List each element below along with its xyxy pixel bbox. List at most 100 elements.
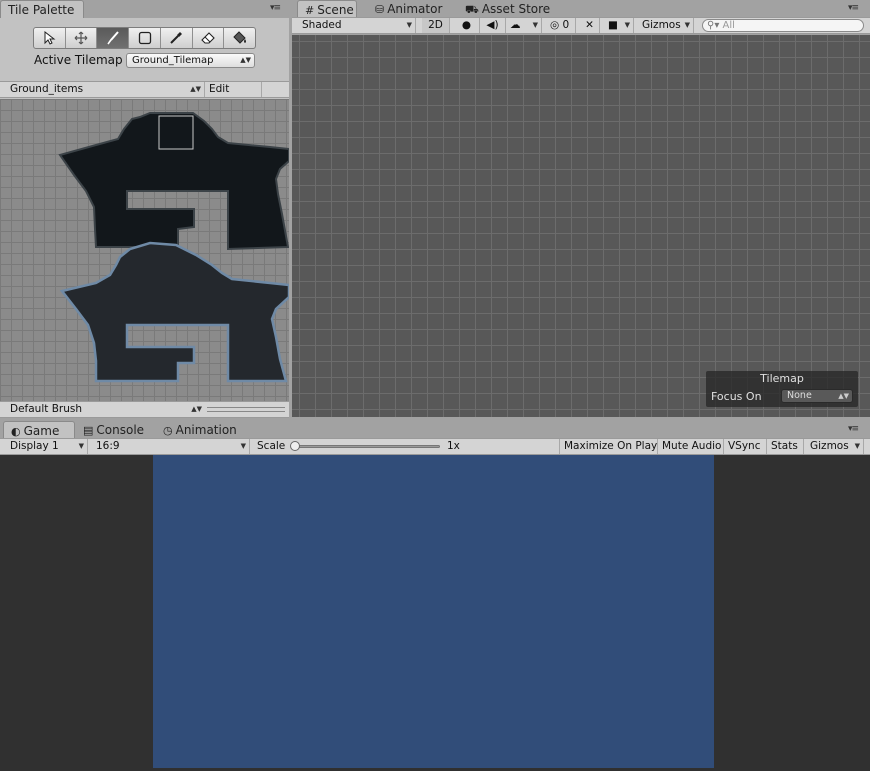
lightbulb-icon: ● (461, 19, 472, 31)
shading-mode-dropdown[interactable]: Shaded ▼ (298, 18, 416, 33)
tab-console[interactable]: ▤ Console (76, 421, 151, 439)
game-viewport[interactable] (0, 455, 870, 771)
tab-tile-palette-label: Tile Palette (8, 3, 75, 17)
aspect-value: 16:9 (96, 440, 120, 452)
eraser-icon (201, 32, 215, 44)
chevron-down-icon: ▼ (854, 442, 860, 450)
search-placeholder: All (722, 20, 735, 31)
tab-animator[interactable]: ⛁ Animator (368, 0, 449, 18)
scene-viewport[interactable]: Tilemap Focus On None ▲▼ (292, 35, 870, 417)
tools-icon: ✕ (585, 19, 594, 31)
camera-dropdown[interactable]: ■ ▼ (604, 18, 634, 33)
scale-slider-thumb[interactable] (290, 441, 300, 451)
game-window: ◐ Game ▤ Console ◷ Animation ▾≡ Display 1 ▼… (0, 421, 870, 771)
audio-toggle[interactable]: ◀) (480, 18, 506, 33)
brush-select-dropdown[interactable]: Default Brush ▲▼ (6, 402, 205, 417)
palette-select-dropdown[interactable]: Ground_items ▲▼ (6, 82, 205, 97)
tab-game[interactable]: ◐ Game (3, 421, 75, 439)
game-toolbar: Display 1 ▼ 16:9 ▼ Scale 1x Maximize On … (0, 438, 870, 455)
mute-audio-label: Mute Audio (662, 440, 722, 452)
vsync-toggle[interactable]: VSync (724, 439, 767, 454)
tile-group-dark (58, 112, 289, 251)
chevron-down-icon: ▼ (532, 21, 538, 29)
splitter-handle[interactable] (207, 407, 285, 412)
arrow-icon (44, 31, 56, 45)
picker-tool-button[interactable] (161, 28, 193, 48)
palette-edit-button[interactable]: Edit (205, 82, 262, 97)
move-icon (74, 31, 88, 45)
active-tilemap-dropdown[interactable]: Ground_Tilemap ▲▼ (126, 53, 255, 68)
scene-window: # Scene ⛁ Animator ⛟ Asset Store ▾≡ Shaded … (292, 0, 870, 417)
chevron-down-icon: ▲▼ (838, 392, 849, 400)
window-menu-icon[interactable]: ▾≡ (270, 3, 281, 13)
palette-edit-label: Edit (209, 83, 230, 95)
active-tilemap-label: Active Tilemap (34, 53, 123, 67)
tab-scene[interactable]: # Scene (297, 0, 357, 18)
scale-slider-track[interactable] (294, 445, 440, 448)
focus-on-dropdown[interactable]: None ▲▼ (781, 389, 853, 403)
shading-mode-value: Shaded (302, 19, 342, 31)
move-tool-button[interactable] (66, 28, 98, 48)
aspect-dropdown[interactable]: 16:9 ▼ (92, 439, 250, 454)
2d-toggle[interactable]: 2D (422, 18, 450, 33)
scene-toolbar: Shaded ▼ 2D ● ◀) ☁ ▼ ◎ 0 ✕ ■ ▼ Gizmos ▼ (292, 17, 870, 34)
eye-hidden-icon: ◎ (550, 19, 560, 31)
tab-animation[interactable]: ◷ Animation (156, 421, 244, 439)
paint-bucket-icon (232, 31, 246, 44)
scale-value: 1x (447, 440, 460, 452)
2d-label: 2D (428, 19, 443, 31)
tab-tile-palette[interactable]: Tile Palette (0, 0, 84, 18)
brush-icon (107, 31, 119, 45)
camera-view (153, 455, 714, 768)
camera-icon: ■ (608, 19, 618, 31)
tab-asset-store[interactable]: ⛟ Asset Store (458, 0, 557, 18)
brush-toolbar: Default Brush ▲▼ (0, 401, 289, 418)
chevron-down-icon: ▲▼ (240, 56, 251, 64)
stats-toggle[interactable]: Stats (767, 439, 804, 454)
display-dropdown[interactable]: Display 1 ▼ (6, 439, 88, 454)
tab-animation-label: Animation (175, 423, 237, 437)
focus-on-label: Focus On (711, 390, 762, 403)
fill-tool-button[interactable] (224, 28, 255, 48)
paint-tool-button[interactable] (97, 28, 130, 48)
search-icon: ⚲▾ (707, 20, 720, 31)
chevron-down-icon: ▼ (240, 442, 246, 450)
palette-tiles (58, 112, 289, 383)
box-fill-tool-button[interactable] (129, 28, 161, 48)
tile-palette-grid[interactable] (0, 99, 289, 401)
gizmos-label: Gizmos (642, 19, 681, 31)
chevron-down-icon: ▼ (78, 442, 84, 450)
active-tilemap-value: Ground_Tilemap (132, 55, 214, 66)
tab-asset-store-label: Asset Store (481, 2, 551, 16)
select-tool-button[interactable] (34, 28, 66, 48)
tools-toggle[interactable]: ✕ (580, 18, 600, 33)
chevron-down-icon: ▲▼ (190, 85, 201, 93)
lighting-toggle[interactable]: ● (454, 18, 480, 33)
hidden-objects-toggle[interactable]: ◎ 0 (546, 18, 576, 33)
game-gizmos-dropdown[interactable]: Gizmos ▼ (806, 439, 864, 454)
tile-group-blue (59, 241, 289, 383)
erase-tool-button[interactable] (193, 28, 225, 48)
focus-on-value: None (787, 390, 812, 401)
maximize-on-play-toggle[interactable]: Maximize On Play (559, 439, 658, 454)
chevron-down-icon: ▲▼ (191, 405, 202, 413)
tab-scene-label: Scene (317, 3, 354, 17)
chevron-down-icon: ▼ (684, 21, 690, 29)
gizmos-dropdown[interactable]: Gizmos ▼ (638, 18, 694, 33)
hidden-count: 0 (562, 19, 570, 31)
window-menu-icon[interactable]: ▾≡ (848, 3, 859, 13)
tile-palette-panel: Active Tilemap Ground_Tilemap ▲▼ Ground_… (0, 18, 289, 418)
tab-game-label: Game (23, 424, 60, 438)
effects-dropdown[interactable]: ☁ ▼ (506, 18, 542, 33)
brush-select-value: Default Brush (10, 403, 83, 415)
overlay-title: Tilemap (760, 372, 804, 385)
stats-label: Stats (771, 440, 798, 452)
maximize-on-play-label: Maximize On Play (564, 440, 658, 452)
speaker-icon: ◀) (486, 19, 499, 31)
game-gizmos-label: Gizmos (810, 440, 849, 452)
vsync-label: VSync (728, 440, 761, 452)
mute-audio-toggle[interactable]: Mute Audio (658, 439, 724, 454)
scene-search-field[interactable]: ⚲▾ All (702, 19, 864, 32)
window-menu-icon[interactable]: ▾≡ (848, 424, 859, 434)
rectangle-icon (138, 31, 151, 45)
